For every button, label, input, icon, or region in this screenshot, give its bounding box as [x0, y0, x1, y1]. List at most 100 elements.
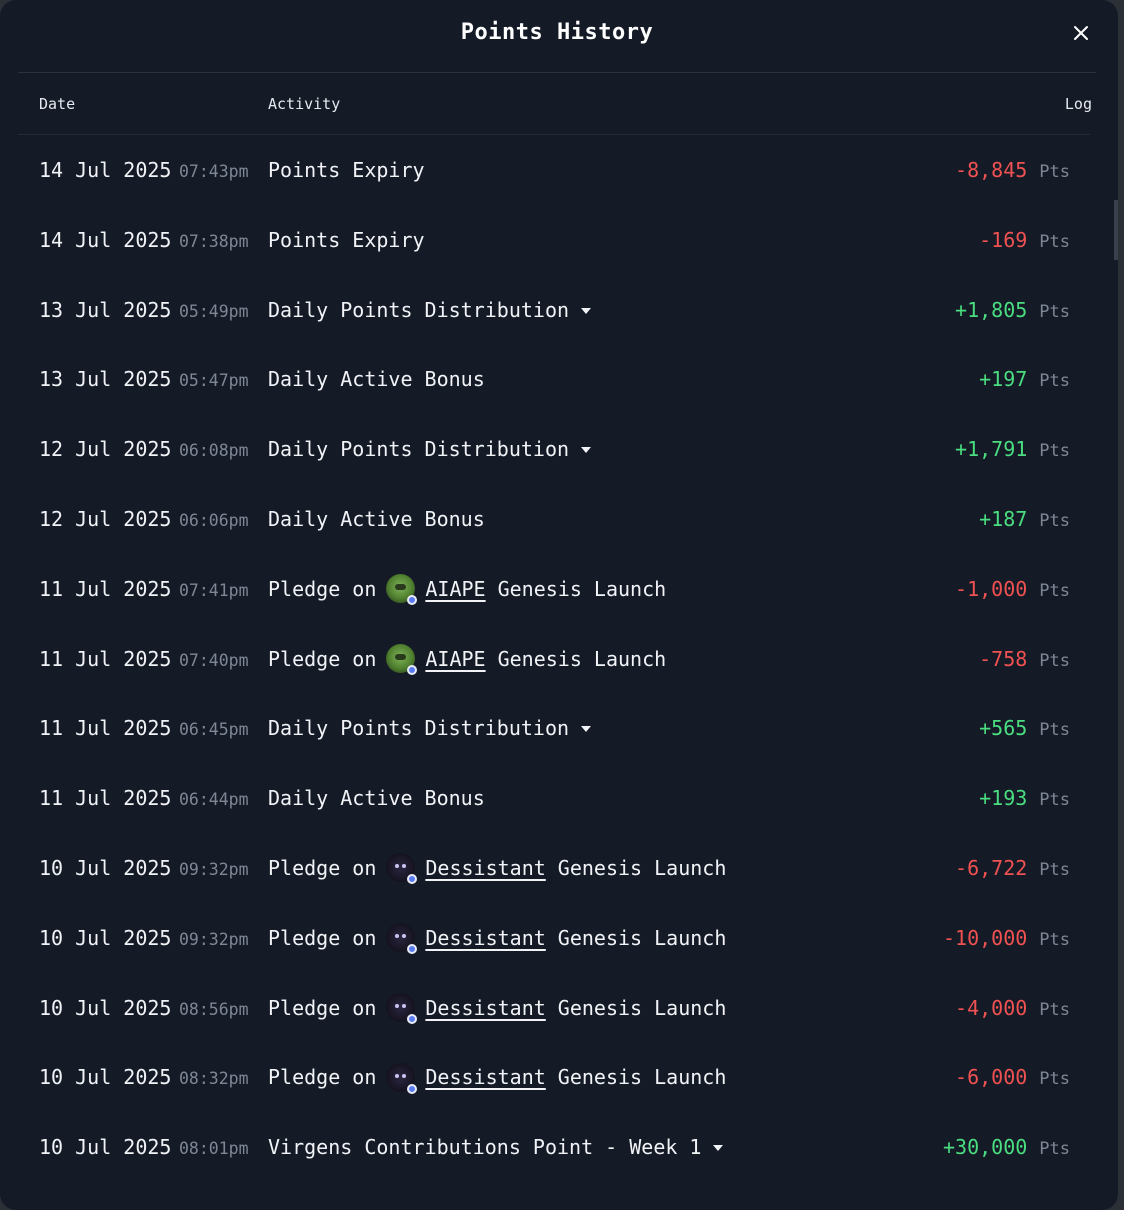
row-log: +565 Pts [979, 716, 1070, 740]
caret-down-icon[interactable] [581, 726, 592, 733]
chain-badge-icon [407, 595, 418, 606]
token-link[interactable]: Dessistant [425, 856, 545, 880]
modal-header: Points History [18, 0, 1096, 73]
token-avatar-icon [386, 644, 418, 676]
row-activity[interactable]: Virgens Contributions Point - Week 1 [268, 1135, 724, 1160]
row-activity[interactable]: Daily Points Distribution [268, 297, 592, 322]
token-avatar-icon [386, 853, 418, 885]
token-avatar-icon [386, 1062, 418, 1094]
history-row: 10 Jul 2025 08:56pm Pledge on Dessistant Gen… [0, 973, 1118, 1043]
activity-prefix: Pledge on [268, 995, 377, 1020]
row-activity: Pledge on Dessistant Genesis Launch [268, 923, 727, 955]
activity-label: Daily Points Distribution [268, 716, 570, 741]
row-activity: Points Expiry [268, 228, 425, 252]
row-log: +187 Pts [979, 507, 1070, 531]
row-date: 11 Jul 2025 [39, 576, 172, 601]
points-unit: Pts [1039, 371, 1070, 392]
points-amount: -758 [979, 646, 1028, 671]
row-time: 06:45pm [179, 720, 249, 740]
activity-suffix: Genesis Launch [557, 925, 727, 950]
activity-label: Daily Active Bonus [268, 786, 485, 811]
activity-prefix: Pledge on [268, 646, 377, 671]
token-link[interactable]: AIAPE [425, 647, 485, 671]
history-row: 10 Jul 2025 09:32pm Pledge on Dessistant Gen… [0, 903, 1118, 973]
points-unit: Pts [1039, 580, 1070, 601]
activity-prefix: Pledge on [268, 925, 377, 950]
scrollbar[interactable] [1114, 200, 1118, 260]
row-activity: Daily Active Bonus [268, 507, 485, 531]
points-amount: -8,845 [955, 158, 1028, 182]
token-link[interactable]: Dessistant [425, 926, 545, 950]
activity-label: Daily Active Bonus [268, 367, 485, 392]
token-link[interactable]: AIAPE [425, 577, 485, 601]
points-unit: Pts [1039, 301, 1070, 322]
row-log: -1,000 Pts [955, 577, 1070, 601]
activity-prefix: Pledge on [268, 855, 377, 880]
row-time: 06:06pm [179, 510, 249, 530]
history-row: 12 Jul 2025 06:08pm Daily Points Distribut… [0, 414, 1118, 484]
row-date: 14 Jul 2025 [39, 227, 172, 252]
column-header-date: Date [39, 95, 76, 113]
activity-label: Daily Active Bonus [268, 506, 485, 531]
activity-prefix: Pledge on [268, 576, 377, 601]
activity-label: Virgens Contributions Point - Week 1 [268, 1135, 702, 1160]
activity-suffix: Genesis Launch [497, 576, 667, 601]
row-date: 12 Jul 2025 [39, 506, 172, 531]
points-history-list: 14 Jul 2025 07:43pm Points Expiry -8,845 Pts… [0, 135, 1118, 1182]
points-amount: +187 [979, 506, 1028, 531]
history-row: 10 Jul 2025 08:32pm Pledge on Dessistant Gen… [0, 1042, 1118, 1112]
history-row: 14 Jul 2025 07:38pm Points Expiry -169 Pts [0, 205, 1118, 275]
row-date: 12 Jul 2025 [39, 437, 172, 462]
row-time: 09:32pm [179, 929, 249, 949]
token-avatar-icon [386, 574, 418, 606]
row-date: 13 Jul 2025 [39, 367, 172, 392]
points-unit: Pts [1039, 1069, 1070, 1090]
chain-badge-icon [407, 1014, 418, 1025]
activity-label: Daily Points Distribution [268, 297, 570, 322]
token-link[interactable]: Dessistant [425, 996, 545, 1020]
chain-badge-icon [407, 874, 418, 885]
activity-suffix: Genesis Launch [557, 995, 727, 1020]
points-amount: -1,000 [955, 576, 1028, 601]
row-date: 10 Jul 2025 [39, 925, 172, 950]
chain-badge-icon [407, 1083, 418, 1094]
row-time: 08:32pm [179, 1069, 249, 1089]
token-link[interactable]: Dessistant [425, 1065, 545, 1089]
row-time: 07:41pm [179, 580, 249, 600]
column-header-activity: Activity [268, 95, 341, 113]
points-amount: -4,000 [955, 995, 1028, 1020]
row-log: -6,000 Pts [955, 1065, 1070, 1089]
row-log: -4,000 Pts [955, 996, 1070, 1020]
points-unit: Pts [1039, 510, 1070, 531]
caret-down-icon[interactable] [713, 1145, 724, 1152]
row-activity: Daily Active Bonus [268, 786, 485, 810]
points-unit: Pts [1039, 650, 1070, 671]
row-time: 05:49pm [179, 301, 249, 321]
activity-suffix: Genesis Launch [557, 1065, 727, 1090]
caret-down-icon[interactable] [581, 447, 592, 454]
history-row: 11 Jul 2025 07:40pm Pledge on AIAPE Genesis … [0, 624, 1118, 694]
row-activity: Pledge on Dessistant Genesis Launch [268, 1062, 727, 1094]
points-amount: -6,722 [955, 855, 1028, 880]
points-amount: +197 [979, 367, 1028, 392]
row-time: 06:44pm [179, 790, 249, 810]
row-date: 14 Jul 2025 [39, 158, 172, 182]
row-time: 09:32pm [179, 859, 249, 879]
points-amount: +1,791 [955, 437, 1028, 462]
activity-prefix: Pledge on [268, 1065, 377, 1090]
caret-down-icon[interactable] [581, 307, 592, 314]
row-log: +197 Pts [979, 367, 1070, 391]
row-activity[interactable]: Daily Points Distribution [268, 716, 592, 741]
points-unit: Pts [1039, 162, 1070, 182]
row-activity[interactable]: Daily Points Distribution [268, 437, 592, 461]
row-time: 07:38pm [179, 231, 249, 251]
history-row: 10 Jul 2025 08:01pm Virgens Contributions … [0, 1112, 1118, 1182]
history-row: 11 Jul 2025 06:44pm Daily Active Bonus +193… [0, 763, 1118, 833]
history-row: 13 Jul 2025 05:49pm Daily Points Distribut… [0, 275, 1118, 345]
activity-label: Points Expiry [268, 158, 425, 182]
row-time: 08:56pm [179, 999, 249, 1019]
row-activity: Points Expiry [268, 158, 425, 182]
history-row: 11 Jul 2025 07:41pm Pledge on AIAPE Genesis … [0, 554, 1118, 624]
close-button[interactable] [1070, 22, 1092, 44]
points-amount: -10,000 [942, 925, 1028, 950]
